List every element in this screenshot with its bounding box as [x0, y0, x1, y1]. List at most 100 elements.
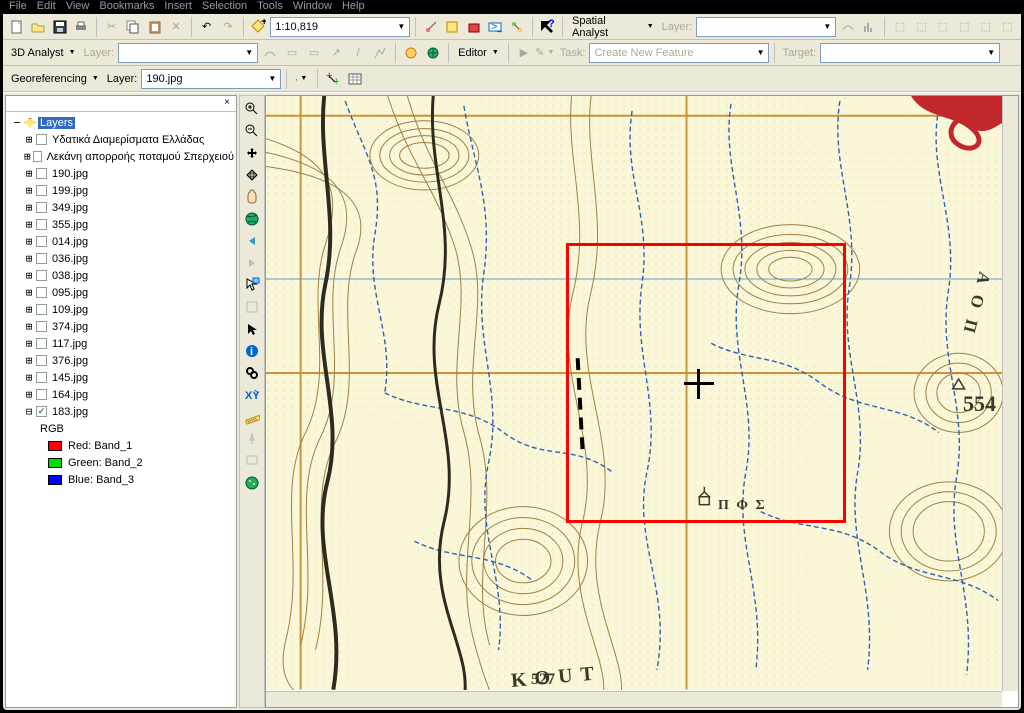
new-icon[interactable] [7, 17, 26, 37]
layer-checkbox[interactable] [33, 151, 42, 162]
layer-item[interactable]: ⊞095.jpg [6, 284, 236, 301]
open-icon[interactable] [28, 17, 47, 37]
model-builder-icon[interactable] [507, 17, 526, 37]
twist-icon[interactable]: ⊞ [22, 371, 36, 384]
select-elements-icon[interactable] [242, 319, 262, 339]
3d-analyst-menu[interactable]: 3D Analyst [7, 43, 80, 63]
fixed-zoom-out-icon[interactable] [242, 165, 262, 185]
menu-selection[interactable]: Selection [202, 0, 247, 14]
map-view[interactable]: 554 527 KOUT A O Π Π Φ Σ [265, 95, 1019, 708]
twist-icon[interactable]: ⊞ [22, 303, 36, 316]
layer-checkbox[interactable] [36, 202, 47, 213]
arcscene-icon[interactable] [401, 43, 421, 63]
twist-icon[interactable]: ⊟ [22, 405, 36, 418]
layer-item[interactable]: ⊞ 038.jpg [6, 267, 236, 284]
undo-icon[interactable]: ↶ [197, 17, 216, 37]
layer-checkbox[interactable] [36, 134, 47, 145]
layer-tree[interactable]: − Layers ⊞ Υδατικά Διαμερίσματα Ελλάδας ⊞Λ… [6, 112, 236, 707]
layer-item[interactable]: ⊞ 109.jpg [6, 301, 236, 318]
georef-layer-combo[interactable]: 190.jpg [141, 69, 281, 89]
layer-checkbox[interactable] [36, 372, 47, 383]
twist-icon[interactable]: ⊞ [22, 218, 36, 231]
save-icon[interactable] [50, 17, 69, 37]
layer-checkbox[interactable] [36, 389, 47, 400]
layer-item[interactable]: ⊞145.jpg [6, 369, 236, 386]
print-icon[interactable] [71, 17, 90, 37]
layer-checkbox[interactable] [36, 304, 47, 315]
layer-checkbox[interactable] [36, 253, 47, 264]
editor-menu[interactable]: Editor [454, 43, 503, 63]
menu-tools[interactable]: Tools [257, 0, 283, 14]
menu-edit[interactable]: Edit [37, 0, 56, 14]
menu-insert[interactable]: Insert [164, 0, 192, 14]
layer-checkbox[interactable] [36, 406, 47, 417]
layer-item[interactable]: ⊟ 183.jpg [6, 403, 236, 420]
layer-checkbox[interactable] [36, 168, 47, 179]
layer-label[interactable]: 376.jpg [50, 355, 90, 367]
layer-label[interactable]: 183.jpg [50, 406, 90, 418]
twist-icon[interactable]: ⊞ [22, 388, 36, 401]
view-link-table-icon[interactable] [345, 69, 365, 89]
twist-icon[interactable]: ⊞ [22, 320, 36, 333]
map-scale-combo[interactable]: 1:10,819 [270, 17, 410, 37]
twist-icon[interactable]: ⊞ [22, 150, 33, 163]
spatial-analyst-menu[interactable]: Spatial Analyst [568, 17, 658, 37]
layer-item[interactable]: ⊞349.jpg [6, 199, 236, 216]
menu-file[interactable]: File [9, 0, 27, 14]
layer-label[interactable]: 014.jpg [50, 236, 90, 248]
layer-label[interactable]: 199.jpg [50, 185, 90, 197]
twist-icon[interactable]: ⊞ [22, 252, 36, 265]
tree-root[interactable]: − Layers [6, 114, 236, 131]
layer-checkbox[interactable] [36, 321, 47, 332]
layer-label[interactable]: 109.jpg [50, 304, 90, 316]
twist-icon[interactable]: − [10, 116, 24, 129]
close-toc-icon[interactable]: × [220, 97, 234, 111]
layer-item[interactable]: ⊞ 376.jpg [6, 352, 236, 369]
layer-item[interactable]: ⊞ 199.jpg [6, 182, 236, 199]
zoom-in-icon[interactable] [242, 99, 262, 119]
twist-icon[interactable]: ⊞ [22, 235, 36, 248]
layer-checkbox[interactable] [36, 219, 47, 230]
layer-checkbox[interactable] [36, 270, 47, 281]
layer-item[interactable]: ⊞117.jpg [6, 335, 236, 352]
layers-root-label[interactable]: Layers [38, 117, 75, 129]
layer-label[interactable]: 095.jpg [50, 287, 90, 299]
twist-icon[interactable]: ⊞ [22, 354, 36, 367]
arc-toolbox-icon[interactable] [464, 17, 483, 37]
layer-item[interactable]: ⊞ 014.jpg [6, 233, 236, 250]
menubar[interactable]: File Edit View Bookmarks Insert Selectio… [3, 0, 1021, 14]
layer-checkbox[interactable] [36, 355, 47, 366]
layer-label[interactable]: 038.jpg [50, 270, 90, 282]
layer-item[interactable]: ⊞190.jpg [6, 165, 236, 182]
twist-icon[interactable]: ⊞ [22, 184, 36, 197]
layer-item[interactable]: ⊞ 036.jpg [6, 250, 236, 267]
layer-label[interactable]: 374.jpg [50, 321, 90, 333]
layer-checkbox[interactable] [36, 287, 47, 298]
georeferencing-menu[interactable]: Georeferencing [7, 69, 103, 89]
full-extent-icon[interactable] [242, 209, 262, 229]
scrollbar-horizontal[interactable] [266, 691, 1002, 707]
arc-catalog-icon[interactable] [443, 17, 462, 37]
goto-xy-icon[interactable]: XY [242, 385, 262, 405]
copy-icon[interactable] [123, 17, 142, 37]
zoom-out-icon[interactable] [242, 121, 262, 141]
layer-label[interactable]: 036.jpg [50, 253, 90, 265]
menu-help[interactable]: Help [342, 0, 365, 14]
twist-icon[interactable]: ⊞ [22, 269, 36, 282]
find-icon[interactable] [242, 363, 262, 383]
geography-network-icon[interactable] [242, 473, 262, 493]
layer-item[interactable]: ⊞355.jpg [6, 216, 236, 233]
layer-checkbox[interactable] [36, 236, 47, 247]
measure-icon[interactable] [242, 407, 262, 427]
add-data-icon[interactable]: + [249, 17, 268, 37]
layer-item[interactable]: ⊞ 374.jpg [6, 318, 236, 335]
pan-icon[interactable] [242, 187, 262, 207]
layer-item[interactable]: ⊞Λεκάνη απορροής ποταμού Σπερχειού [6, 148, 236, 165]
layer-label[interactable]: Υδατικά Διαμερίσματα Ελλάδας [50, 134, 206, 146]
arcglobe-icon[interactable] [423, 43, 443, 63]
identify-icon[interactable]: i [242, 341, 262, 361]
rotate-tool-icon[interactable] [292, 69, 312, 89]
menu-view[interactable]: View [66, 0, 90, 14]
command-line-icon[interactable]: >_ [486, 17, 505, 37]
whats-this-icon[interactable]: ? [538, 17, 557, 37]
